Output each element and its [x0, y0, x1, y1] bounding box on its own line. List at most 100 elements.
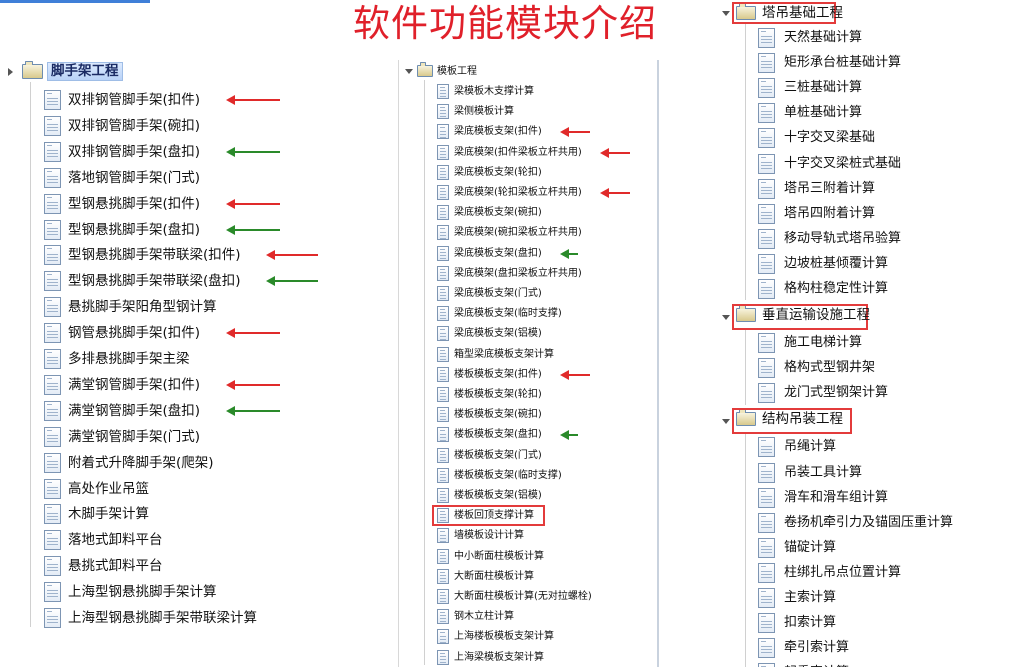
tree-item[interactable]: 楼板模板支架(碗扣): [399, 405, 655, 424]
tree-item[interactable]: 天然基础计算: [712, 26, 1024, 50]
tree-item[interactable]: 十字交叉梁基础: [712, 126, 1024, 150]
document-icon: [44, 478, 61, 499]
tree-item-label: 上海型钢悬挑脚手架计算: [68, 584, 217, 601]
tree-item[interactable]: 吊装工具计算: [712, 461, 1024, 485]
tree-item[interactable]: 梁侧模板计算: [399, 102, 655, 121]
tree-item[interactable]: 楼板模板支架(门式): [399, 446, 655, 465]
document-icon: [437, 488, 449, 503]
tree-item[interactable]: 楼板模板支架(铝模): [399, 486, 655, 505]
tree-item[interactable]: 上海梁模板支架计算: [399, 648, 655, 667]
tree-item[interactable]: 楼板模板支架(轮扣): [399, 385, 655, 404]
tree-item[interactable]: 梁底模板支架(轮扣): [399, 163, 655, 182]
tree-item[interactable]: 梁底模板支架(碗扣): [399, 203, 655, 222]
tree-item[interactable]: 扣索计算: [712, 611, 1024, 635]
tree-item-label: 墙模板设计计算: [454, 530, 524, 542]
tree-item[interactable]: 卷扬机牵引力及锚固压重计算: [712, 511, 1024, 535]
tree-item[interactable]: 吊绳计算: [712, 435, 1024, 459]
tree-item[interactable]: 塔吊三附着计算: [712, 177, 1024, 201]
tree-item[interactable]: 大断面柱模板计算(无对拉螺栓): [399, 587, 655, 606]
tree-item[interactable]: 楼板模板支架(盘扣): [399, 425, 655, 444]
tree-item[interactable]: 中小断面柱模板计算: [399, 547, 655, 566]
tree-item[interactable]: 格构柱稳定性计算: [712, 277, 1024, 301]
tree-item[interactable]: 塔吊四附着计算: [712, 202, 1024, 226]
document-icon: [758, 663, 775, 667]
tree-item[interactable]: 上海型钢悬挑脚手架带联梁计算: [0, 606, 320, 630]
tree-item[interactable]: 梁底模板支架(临时支撑): [399, 304, 655, 323]
tree-item[interactable]: 满堂钢管脚手架(门式): [0, 425, 320, 449]
tree-item[interactable]: 钢木立柱计算: [399, 607, 655, 626]
tree-item[interactable]: 滑车和滑车组计算: [712, 486, 1024, 510]
folder-open-icon: [22, 61, 43, 79]
tree-item[interactable]: 型钢悬挑脚手架(盘扣): [0, 218, 320, 242]
tree-item[interactable]: 柱绑扎吊点位置计算: [712, 561, 1024, 585]
tree-item[interactable]: 格构式型钢井架: [712, 356, 1024, 380]
red-arrow-icon: [225, 328, 280, 339]
document-icon: [437, 144, 449, 160]
tree-item[interactable]: 梁底模板支架(盘扣): [399, 244, 655, 263]
expand-chevron-icon[interactable]: [8, 68, 13, 76]
tree-item[interactable]: 双排钢管脚手架(盘扣): [0, 140, 320, 164]
document-icon: [437, 306, 449, 322]
tree-item[interactable]: 十字交叉梁桩式基础: [712, 152, 1024, 176]
tree-item[interactable]: 龙门式型钢架计算: [712, 381, 1024, 405]
tree-item[interactable]: 单桩基础计算: [712, 101, 1024, 125]
tree-item[interactable]: 落地式卸料平台: [0, 528, 320, 552]
tree-item[interactable]: 落地钢管脚手架(门式): [0, 166, 320, 190]
tree-item[interactable]: 悬挑脚手架阳角型钢计算: [0, 295, 320, 319]
collapse-chevron-icon[interactable]: [405, 69, 413, 74]
tree-item[interactable]: 梁底模架(扣件梁板立杆共用): [399, 143, 655, 162]
tree-item[interactable]: 起重索计算: [712, 661, 1024, 667]
tree-item[interactable]: 满堂钢管脚手架(盘扣): [0, 399, 320, 423]
tree-item[interactable]: 钢管悬挑脚手架(扣件): [0, 321, 320, 345]
tree-item[interactable]: 高处作业吊篮: [0, 477, 320, 501]
collapse-chevron-icon[interactable]: [722, 11, 730, 16]
tree-item[interactable]: 型钢悬挑脚手架(扣件): [0, 192, 320, 216]
tree-item[interactable]: 墙模板设计计算: [399, 526, 655, 545]
tree-item[interactable]: 箱型梁底模板支架计算: [399, 345, 655, 364]
tree-item[interactable]: 型钢悬挑脚手架带联梁(盘扣): [0, 269, 320, 293]
tree-item[interactable]: 大断面柱模板计算: [399, 567, 655, 586]
collapse-chevron-icon[interactable]: [722, 419, 730, 425]
collapse-chevron-icon[interactable]: [722, 315, 730, 321]
tree-item[interactable]: 梁底模板支架(扣件): [399, 122, 655, 141]
tree-panel-scaffolding[interactable]: 脚手架工程 双排钢管脚手架(扣件) 双排钢管脚手架(碗扣) 双排钢管脚手架(盘扣) 落地…: [0, 50, 320, 667]
tree-item[interactable]: 梁底模板支架(门式): [399, 284, 655, 303]
tree-panel-formwork[interactable]: 模板工程 梁模板木支撑计算 梁侧模板计算 梁底模板支架(扣件) 梁底模架(扣件梁板立杆共…: [398, 60, 659, 667]
tree-item[interactable]: 梁模板木支撑计算: [399, 82, 655, 101]
tree-item[interactable]: 多排悬挑脚手架主梁: [0, 347, 320, 371]
tree-item[interactable]: 楼板模板支架(扣件): [399, 365, 655, 384]
tree-item[interactable]: 施工电梯计算: [712, 331, 1024, 355]
tree-item[interactable]: 上海型钢悬挑脚手架计算: [0, 580, 320, 604]
tree-item-label: 主索计算: [784, 590, 837, 605]
tree-item[interactable]: 附着式升降脚手架(爬架): [0, 451, 320, 475]
tree-item[interactable]: 边坡桩基倾覆计算: [712, 252, 1024, 276]
tree-item[interactable]: 矩形承台桩基础计算: [712, 51, 1024, 75]
tree-item[interactable]: 三桩基础计算: [712, 76, 1024, 100]
tree-item[interactable]: 梁底模架(盘扣梁板立杆共用): [399, 264, 655, 283]
tree-item[interactable]: 上海楼板模板支架计算: [399, 627, 655, 646]
tree-item[interactable]: 木脚手架计算: [0, 502, 320, 526]
tree-item[interactable]: 楼板回顶支撑计算: [399, 505, 655, 527]
tree-item[interactable]: 牵引索计算: [712, 636, 1024, 660]
green-arrow-icon: [266, 276, 319, 287]
tree-panel-tower-crane[interactable]: 塔吊基础工程 天然基础计算 矩形承台桩基础计算 三桩基础计算 单桩基础计算 十字交叉梁基础…: [712, 0, 1024, 667]
tree-item[interactable]: 悬挑式卸料平台: [0, 554, 320, 578]
document-icon: [437, 467, 449, 483]
tree-item[interactable]: 主索计算: [712, 586, 1024, 610]
tree-item[interactable]: 梁底模板支架(铝模): [399, 324, 655, 343]
document-icon: [44, 271, 61, 292]
document-icon: [437, 387, 449, 402]
tree-item[interactable]: 梁底模架(碗扣梁板立杆共用): [399, 223, 655, 242]
tree-item-label: 悬挑式卸料平台: [68, 558, 163, 575]
tree-item[interactable]: 锚碇计算: [712, 536, 1024, 560]
tree-item-label: 塔吊三附着计算: [784, 180, 876, 196]
tree-item[interactable]: 满堂钢管脚手架(扣件): [0, 373, 320, 397]
tree-item[interactable]: 楼板模板支架(临时支撑): [399, 466, 655, 485]
tree-item[interactable]: 移动导轨式塔吊验算: [712, 227, 1024, 251]
tree-item[interactable]: 梁底模架(轮扣梁板立杆共用): [399, 183, 655, 202]
tree-item[interactable]: 型钢悬挑脚手架带联梁(扣件): [0, 243, 320, 267]
document-icon: [437, 427, 449, 443]
tree-item-label: 高处作业吊篮: [68, 480, 149, 497]
tree-item[interactable]: 双排钢管脚手架(碗扣): [0, 114, 320, 138]
tree-item[interactable]: 双排钢管脚手架(扣件): [0, 88, 320, 112]
